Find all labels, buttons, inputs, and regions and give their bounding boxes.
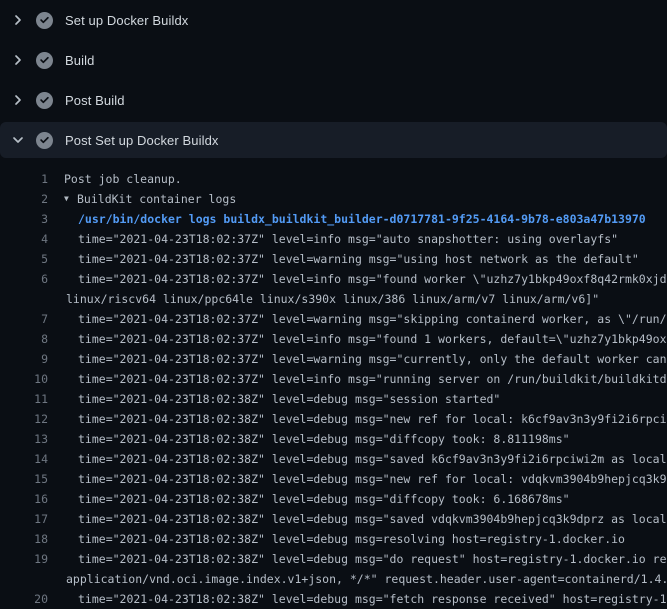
line-number: [0, 569, 48, 589]
line-number[interactable]: 8: [0, 329, 48, 349]
chevron-right-icon: [10, 12, 26, 28]
log-line[interactable]: 15 time="2021-04-23T18:02:38Z" level=deb…: [0, 469, 667, 489]
line-number[interactable]: 10: [0, 369, 48, 389]
log-line-text: Post job cleanup.: [64, 169, 182, 189]
log-line-text: time="2021-04-23T18:02:38Z" level=debug …: [78, 389, 500, 409]
log-line-text: time="2021-04-23T18:02:38Z" level=debug …: [78, 589, 667, 609]
log-line-text: time="2021-04-23T18:02:37Z" level=warnin…: [78, 349, 667, 369]
group-collapse-triangle-icon[interactable]: ▼: [64, 189, 77, 209]
line-number[interactable]: 11: [0, 389, 48, 409]
line-number[interactable]: 5: [0, 249, 48, 269]
log-line[interactable]: linux/riscv64 linux/ppc64le linux/s390x …: [0, 289, 667, 309]
log-line-text: /usr/bin/docker logs buildx_buildkit_bui…: [78, 209, 646, 229]
log-line[interactable]: 11 time="2021-04-23T18:02:38Z" level=deb…: [0, 389, 667, 409]
log-line[interactable]: 1 Post job cleanup.: [0, 169, 667, 189]
chevron-right-icon: [10, 92, 26, 108]
line-number[interactable]: 3: [0, 209, 48, 229]
line-number[interactable]: 12: [0, 409, 48, 429]
line-number[interactable]: 9: [0, 349, 48, 369]
line-number[interactable]: 6: [0, 269, 48, 289]
check-circle-icon: [36, 12, 53, 29]
step-row-set-up-docker-buildx[interactable]: Set up Docker Buildx: [0, 0, 667, 40]
line-number[interactable]: 20: [0, 589, 48, 609]
log-line-text: time="2021-04-23T18:02:38Z" level=debug …: [78, 549, 667, 569]
log-line-text: time="2021-04-23T18:02:38Z" level=debug …: [78, 469, 667, 489]
step-row-post-set-up-docker-buildx[interactable]: Post Set up Docker Buildx: [0, 122, 667, 158]
line-number[interactable]: 13: [0, 429, 48, 449]
line-number[interactable]: 7: [0, 309, 48, 329]
log-line-text: time="2021-04-23T18:02:38Z" level=debug …: [78, 509, 667, 529]
steps-list: Set up Docker Buildx Build P: [0, 0, 667, 158]
log-line-text: BuildKit container logs: [77, 189, 236, 209]
check-circle-icon: [36, 92, 53, 109]
log-line[interactable]: 18 time="2021-04-23T18:02:38Z" level=deb…: [0, 529, 667, 549]
log-line-text: application/vnd.oci.image.index.v1+json,…: [66, 569, 667, 589]
log-line-text: time="2021-04-23T18:02:38Z" level=debug …: [78, 489, 570, 509]
log-line[interactable]: 14 time="2021-04-23T18:02:38Z" level=deb…: [0, 449, 667, 469]
step-row-build[interactable]: Build: [0, 40, 667, 80]
line-number: [0, 289, 48, 309]
log-line-text: time="2021-04-23T18:02:38Z" level=debug …: [78, 449, 667, 469]
log-line-text: time="2021-04-23T18:02:37Z" level=info m…: [78, 269, 667, 289]
step-label: Post Build: [65, 93, 125, 108]
line-number[interactable]: 18: [0, 529, 48, 549]
log-line[interactable]: 4 time="2021-04-23T18:02:37Z" level=info…: [0, 229, 667, 249]
step-row-post-build[interactable]: Post Build: [0, 80, 667, 120]
log-line-text: time="2021-04-23T18:02:37Z" level=info m…: [78, 369, 667, 389]
log-line[interactable]: 5 time="2021-04-23T18:02:37Z" level=warn…: [0, 249, 667, 269]
step-label: Set up Docker Buildx: [65, 13, 188, 28]
line-number[interactable]: 4: [0, 229, 48, 249]
log-line[interactable]: 8 time="2021-04-23T18:02:37Z" level=info…: [0, 329, 667, 349]
log-line[interactable]: 3 /usr/bin/docker logs buildx_buildkit_b…: [0, 209, 667, 229]
step-label: Build: [65, 53, 94, 68]
log-line-text: time="2021-04-23T18:02:37Z" level=info m…: [78, 229, 618, 249]
line-number[interactable]: 14: [0, 449, 48, 469]
line-number[interactable]: 16: [0, 489, 48, 509]
log-line-text: time="2021-04-23T18:02:38Z" level=debug …: [78, 529, 625, 549]
log-line[interactable]: application/vnd.oci.image.index.v1+json,…: [0, 569, 667, 589]
log-line-text: time="2021-04-23T18:02:37Z" level=warnin…: [78, 249, 639, 269]
log-line-text: time="2021-04-23T18:02:38Z" level=debug …: [78, 409, 667, 429]
log-line[interactable]: 7 time="2021-04-23T18:02:37Z" level=warn…: [0, 309, 667, 329]
line-number[interactable]: 2: [0, 189, 48, 209]
log-line-text: linux/riscv64 linux/ppc64le linux/s390x …: [66, 289, 599, 309]
line-number[interactable]: 19: [0, 549, 48, 569]
line-number[interactable]: 1: [0, 169, 48, 189]
log-line[interactable]: 10 time="2021-04-23T18:02:37Z" level=inf…: [0, 369, 667, 389]
chevron-down-icon: [10, 132, 26, 148]
log-line[interactable]: 9 time="2021-04-23T18:02:37Z" level=warn…: [0, 349, 667, 369]
log-line[interactable]: 6 time="2021-04-23T18:02:37Z" level=info…: [0, 269, 667, 289]
log-line[interactable]: 17 time="2021-04-23T18:02:38Z" level=deb…: [0, 509, 667, 529]
chevron-right-icon: [10, 52, 26, 68]
step-label: Post Set up Docker Buildx: [65, 133, 219, 148]
log-line[interactable]: 19 time="2021-04-23T18:02:38Z" level=deb…: [0, 549, 667, 569]
check-circle-icon: [36, 52, 53, 69]
log-viewer: 1 Post job cleanup. 2 ▼BuildKit containe…: [0, 160, 667, 609]
check-circle-icon: [36, 132, 53, 149]
line-number[interactable]: 17: [0, 509, 48, 529]
log-line[interactable]: 16 time="2021-04-23T18:02:38Z" level=deb…: [0, 489, 667, 509]
log-line-text: time="2021-04-23T18:02:38Z" level=debug …: [78, 429, 570, 449]
line-number[interactable]: 15: [0, 469, 48, 489]
log-line[interactable]: 13 time="2021-04-23T18:02:38Z" level=deb…: [0, 429, 667, 449]
log-line-text: time="2021-04-23T18:02:37Z" level=info m…: [78, 329, 667, 349]
log-line[interactable]: 20 time="2021-04-23T18:02:38Z" level=deb…: [0, 589, 667, 609]
log-line-text: time="2021-04-23T18:02:37Z" level=warnin…: [78, 309, 667, 329]
log-line[interactable]: 2 ▼BuildKit container logs: [0, 189, 667, 209]
log-line[interactable]: 12 time="2021-04-23T18:02:38Z" level=deb…: [0, 409, 667, 429]
